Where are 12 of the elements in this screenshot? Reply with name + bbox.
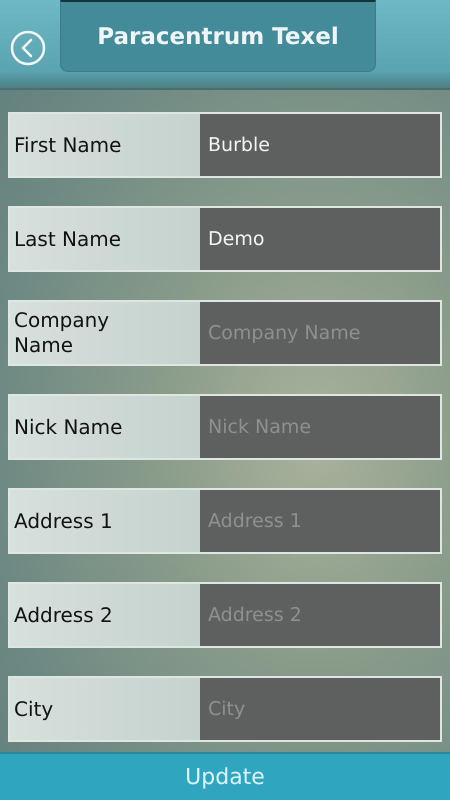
field-label: Nick Name — [10, 396, 200, 458]
field-label: Last Name — [10, 208, 200, 270]
input-field[interactable]: Demo — [200, 208, 440, 270]
field-label: Address 1 — [10, 490, 200, 552]
field-label: Address 2 — [10, 584, 200, 646]
back-button[interactable] — [10, 30, 46, 66]
back-icon — [10, 30, 46, 66]
page-title: Paracentrum Texel — [97, 24, 339, 50]
field-label: Company Name — [10, 302, 200, 364]
field-label: First Name — [10, 114, 200, 176]
input-field[interactable]: Burble — [200, 114, 440, 176]
field-label: City — [10, 678, 200, 740]
